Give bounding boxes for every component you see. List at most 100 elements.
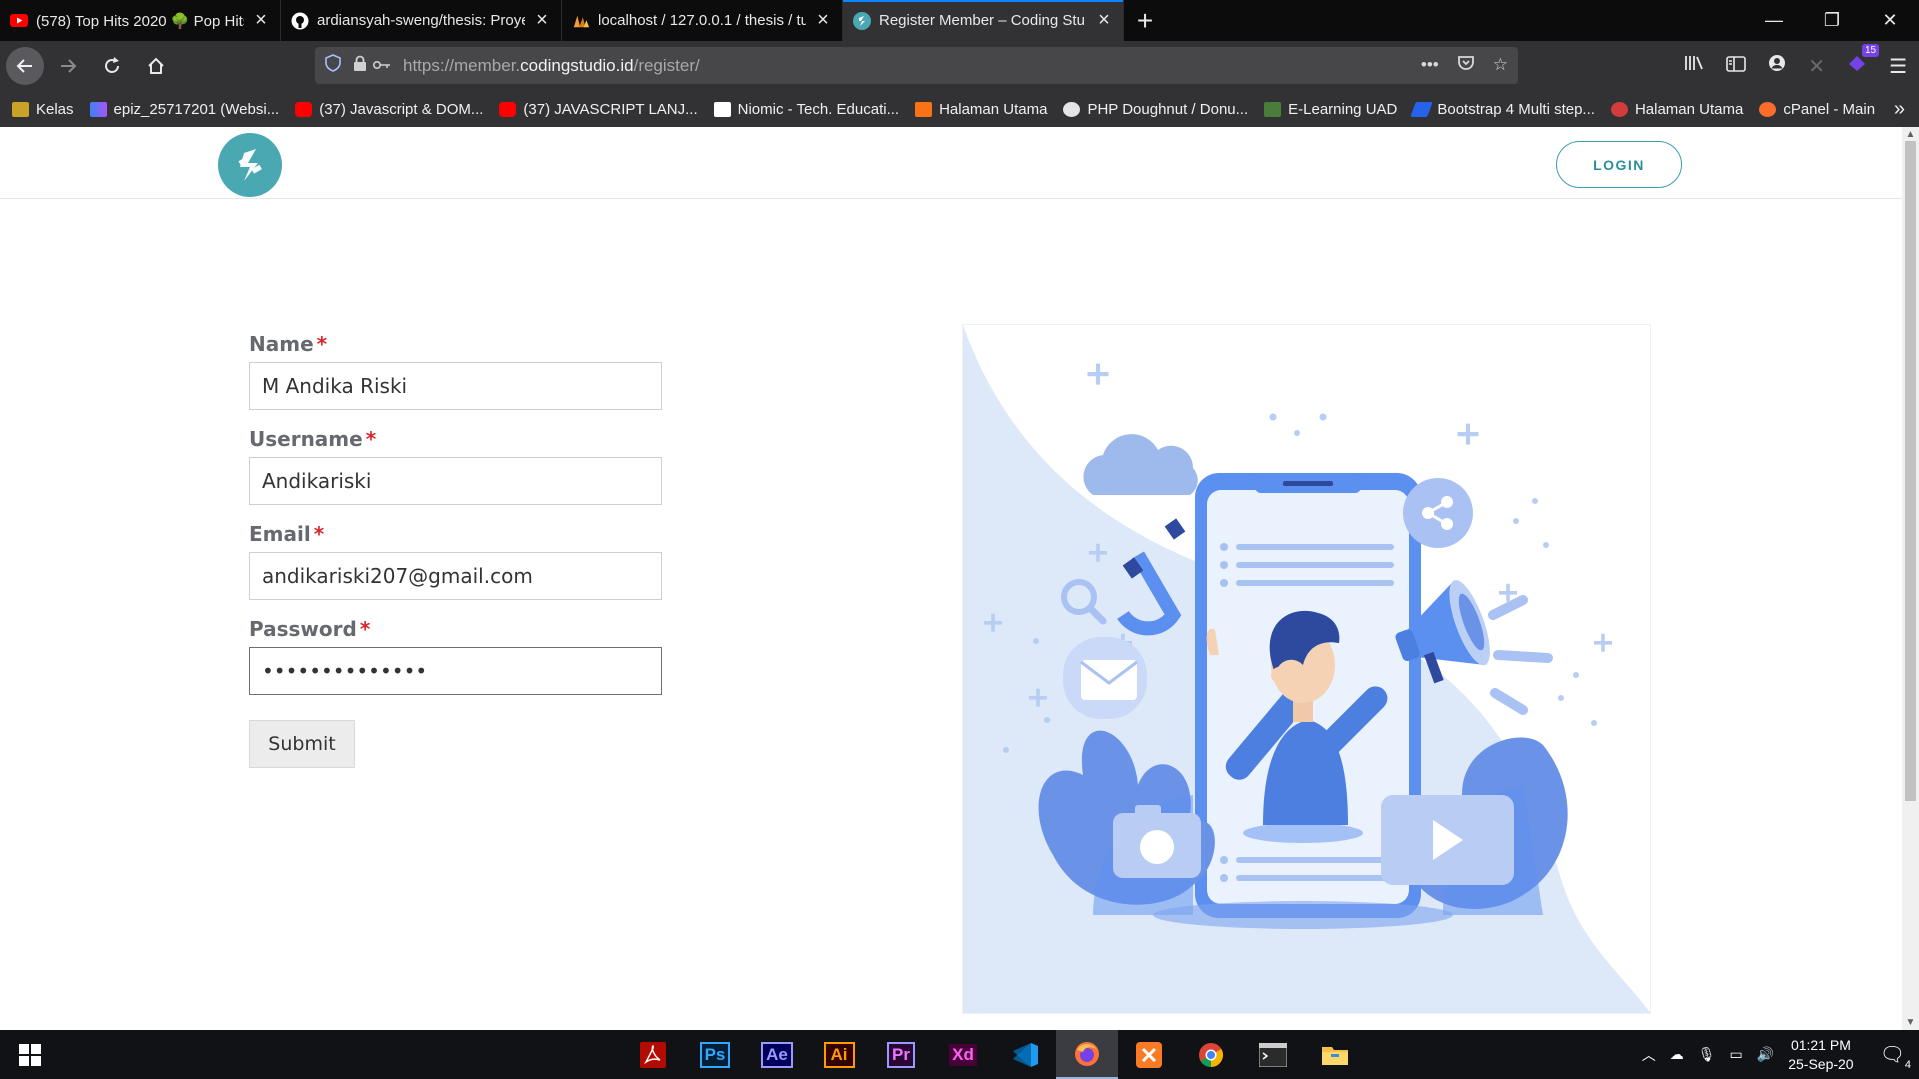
- email-field-group: Email *: [249, 522, 669, 600]
- cpanel-icon: [1759, 101, 1777, 117]
- battery-icon[interactable]: ▭: [1730, 1046, 1743, 1063]
- page-scrollbar[interactable]: ▲ ▼: [1902, 127, 1919, 1030]
- acrobat-app-icon[interactable]: [622, 1030, 684, 1079]
- notifications-icon[interactable]: 🗨 4: [1880, 1042, 1911, 1071]
- login-button[interactable]: LOGIN: [1556, 141, 1682, 188]
- more-bookmarks-icon[interactable]: »: [1894, 98, 1905, 121]
- bookmark-favicon-icon: [1063, 101, 1081, 117]
- bookmark-item[interactable]: (37) JAVASCRIPT LANJ...: [499, 100, 698, 118]
- username-label-text: Username: [249, 427, 363, 451]
- terminal-app-icon[interactable]: [1242, 1030, 1304, 1079]
- bookmark-item[interactable]: Bootstrap 4 Multi step...: [1410, 100, 1595, 118]
- bookmark-item[interactable]: Halaman Utama: [915, 101, 1047, 118]
- minimize-icon[interactable]: —: [1745, 0, 1803, 41]
- key-icon[interactable]: [372, 56, 391, 76]
- more-actions-icon[interactable]: •••: [1421, 55, 1439, 76]
- cloud-offline-icon[interactable]: ☁: [1670, 1046, 1684, 1063]
- lock-icon[interactable]: [353, 55, 367, 77]
- firefox-app-icon[interactable]: [1056, 1030, 1118, 1079]
- address-bar[interactable]: https://member.codingstudio.id/register/…: [315, 47, 1518, 84]
- site-logo[interactable]: [218, 133, 282, 197]
- codingstudio-icon: [853, 11, 871, 30]
- close-window-icon[interactable]: ✕: [1861, 0, 1919, 41]
- reload-button[interactable]: [92, 46, 132, 86]
- restore-icon[interactable]: ❐: [1803, 0, 1861, 41]
- tab-youtube-top-hits[interactable]: (578) Top Hits 2020 🌳 Pop Hits ×: [0, 0, 281, 41]
- tab-github-thesis[interactable]: ardiansyah-sweng/thesis: Proye ×: [281, 0, 562, 41]
- show-hidden-icons-icon[interactable]: ︿: [1642, 1045, 1656, 1065]
- url-path: /register/: [633, 55, 700, 75]
- bookmark-item[interactable]: Kelas: [12, 101, 74, 118]
- bookmark-item[interactable]: PHP Doughnut / Donu...: [1063, 101, 1248, 118]
- clock[interactable]: 01:21 PM 25-Sep-20: [1788, 1036, 1853, 1074]
- menu-hamburger-icon[interactable]: ☰: [1889, 54, 1907, 79]
- sidebar-icon[interactable]: [1726, 55, 1747, 78]
- bookmark-label: (37) JAVASCRIPT LANJ...: [523, 100, 698, 118]
- bookmark-item[interactable]: Niomic - Tech. Educati...: [713, 100, 900, 118]
- youtube-icon: [10, 12, 28, 30]
- start-button[interactable]: [0, 1030, 60, 1079]
- back-button[interactable]: [6, 47, 44, 85]
- tracking-protection-icon[interactable]: [325, 54, 341, 77]
- bookmark-label: Bootstrap 4 Multi step...: [1437, 100, 1595, 118]
- tab-title: Register Member – Coding Stu: [879, 12, 1085, 29]
- notification-count: 4: [1904, 1059, 1911, 1071]
- tab-title: localhost / 127.0.0.1 / thesis / tu: [598, 12, 806, 29]
- volume-icon[interactable]: 🔊: [1757, 1046, 1774, 1063]
- new-tab-button[interactable]: +: [1124, 0, 1166, 41]
- pocket-icon[interactable]: [1457, 55, 1475, 76]
- bookmark-label: E-Learning UAD: [1288, 100, 1398, 118]
- tab-title: ardiansyah-sweng/thesis: Proye: [317, 12, 525, 29]
- close-tab-icon[interactable]: ×: [252, 9, 270, 32]
- bookmarks-bar: Kelas epiz_25717201 (Websi... (37) Javas…: [0, 91, 1919, 127]
- username-input[interactable]: [249, 457, 662, 505]
- xampp-app-icon[interactable]: [1118, 1030, 1180, 1079]
- bookmark-item[interactable]: Halaman Utama: [1610, 101, 1743, 118]
- bookmark-favicon-icon: [713, 101, 731, 117]
- close-tab-icon[interactable]: ×: [1095, 9, 1113, 32]
- premiere-app-icon[interactable]: Pr: [870, 1030, 932, 1079]
- url-domain: codingstudio.id: [520, 55, 634, 75]
- extension-badge-icon[interactable]: 15: [1847, 44, 1880, 78]
- bookmark-label: Niomic - Tech. Educati...: [737, 100, 900, 118]
- illustrator-app-icon[interactable]: Ai: [808, 1030, 870, 1079]
- email-input[interactable]: [249, 552, 662, 600]
- bookmark-star-icon[interactable]: ☆: [1493, 55, 1508, 76]
- password-input[interactable]: [249, 647, 662, 695]
- tab-phpmyadmin[interactable]: localhost / 127.0.0.1 / thesis / tu ×: [562, 0, 843, 41]
- name-input[interactable]: [249, 362, 662, 410]
- photoshop-app-icon[interactable]: Ps: [684, 1030, 746, 1079]
- xd-app-icon[interactable]: Xd: [932, 1030, 994, 1079]
- back-arrow-icon: [16, 59, 32, 73]
- bookmark-item[interactable]: epiz_25717201 (Websi...: [89, 101, 279, 118]
- after-effects-app-icon[interactable]: Ae: [746, 1030, 808, 1079]
- file-explorer-app-icon[interactable]: [1304, 1030, 1366, 1079]
- close-tab-icon[interactable]: ×: [814, 9, 832, 32]
- submit-button[interactable]: Submit: [249, 720, 355, 768]
- bookmark-item[interactable]: E-Learning UAD: [1264, 101, 1397, 118]
- microphone-icon[interactable]: 🎙: [1698, 1046, 1716, 1063]
- windows-taskbar: Ps Ae Ai Pr Xd ︿ ☁ 🎙 ▭ 🔊 01:21 PM 25-Sep…: [0, 1030, 1919, 1079]
- bookmark-label: Kelas: [36, 100, 74, 118]
- scrollbar-thumb[interactable]: [1905, 141, 1916, 801]
- chrome-app-icon[interactable]: [1180, 1030, 1242, 1079]
- email-label-text: Email: [249, 522, 311, 546]
- home-button[interactable]: [136, 46, 176, 86]
- youtube-icon: [295, 101, 313, 117]
- library-icon[interactable]: [1684, 54, 1704, 78]
- account-icon[interactable]: [1768, 54, 1786, 78]
- forward-arrow-icon: [61, 59, 77, 73]
- clock-time: 01:21 PM: [1790, 1036, 1851, 1053]
- close-tab-icon[interactable]: ×: [533, 9, 551, 32]
- name-label: Name *: [249, 332, 669, 356]
- scroll-down-icon[interactable]: ▼: [1902, 1017, 1919, 1028]
- forward-button[interactable]: [48, 46, 88, 86]
- bookmark-item[interactable]: cPanel - Main: [1759, 101, 1875, 118]
- windows-logo-icon: [19, 1043, 41, 1066]
- extension-x-icon[interactable]: ✕: [1808, 54, 1825, 79]
- name-field-group: Name *: [249, 332, 669, 410]
- tab-register-member[interactable]: Register Member – Coding Stu ×: [843, 0, 1124, 41]
- scroll-up-icon[interactable]: ▲: [1902, 129, 1919, 140]
- vscode-app-icon[interactable]: [994, 1030, 1056, 1079]
- bookmark-item[interactable]: (37) Javascript & DOM...: [295, 101, 483, 118]
